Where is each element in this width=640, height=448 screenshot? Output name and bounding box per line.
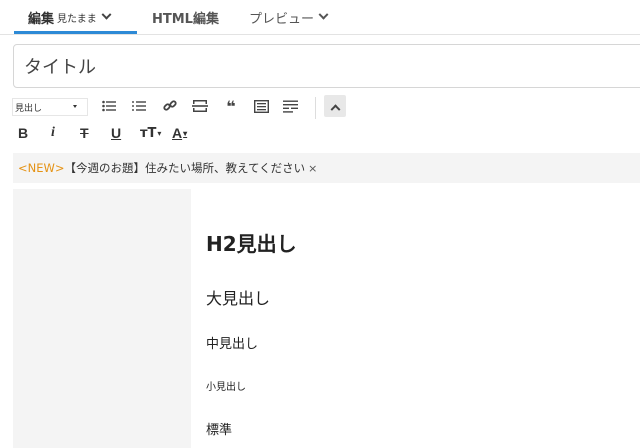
weekly-topic-notice: <NEW> 【今週のお題】住みたい場所、教えてください × xyxy=(13,153,640,183)
font-size-icon: тT xyxy=(140,125,157,141)
font-color-icon: A xyxy=(172,125,183,141)
tab-edit-label: 編集 xyxy=(28,12,55,27)
tab-html-edit[interactable]: HTML編集 xyxy=(152,0,219,35)
italic-icon: i xyxy=(51,125,55,140)
table-of-contents-icon xyxy=(253,99,269,113)
bulleted-list-button[interactable] xyxy=(98,95,120,117)
heading-small-sample[interactable]: 小見出し xyxy=(206,378,246,393)
underline-icon: U xyxy=(111,125,122,141)
insert-more-icon xyxy=(283,100,298,113)
tab-html-label: HTML編集 xyxy=(152,12,219,27)
collapse-toolbar-button[interactable] xyxy=(324,95,346,117)
numbered-list-button[interactable] xyxy=(128,95,150,117)
tab-edit-sublabel: 見たまま xyxy=(57,14,97,25)
horizontal-rule-button[interactable] xyxy=(189,95,211,117)
tab-preview[interactable]: プレビュー xyxy=(249,0,329,35)
editor-mode-tabs: 編集 見たまま HTML編集 プレビュー xyxy=(0,0,640,35)
bold-button[interactable]: B xyxy=(18,122,28,144)
insert-more-button[interactable] xyxy=(280,95,302,117)
bulleted-list-icon xyxy=(102,100,116,112)
tab-edit[interactable]: 編集 見たまま xyxy=(28,0,112,35)
heading-large-sample[interactable]: 大見出し xyxy=(206,285,270,309)
link-icon xyxy=(163,100,177,111)
dropdown-arrow-icon: ▾ xyxy=(183,128,188,138)
dropdown-arrow-icon xyxy=(73,105,77,108)
normal-text-sample[interactable]: 標準 xyxy=(206,419,232,438)
strikethrough-button[interactable]: T xyxy=(80,122,89,144)
chevron-up-icon xyxy=(330,103,340,114)
heading-select-value: 見出し xyxy=(15,103,43,114)
toolbar-divider xyxy=(315,97,316,119)
notice-link[interactable]: 【今週のお題】住みたい場所、教えてください xyxy=(65,160,306,176)
link-button[interactable] xyxy=(159,95,181,117)
dropdown-arrow-icon: ▾ xyxy=(157,128,162,138)
italic-button[interactable]: i xyxy=(51,122,55,144)
toolbar-row-1: 見出し ❝ xyxy=(12,95,346,119)
quote-icon: ❝ xyxy=(226,96,236,116)
underline-button[interactable]: U xyxy=(111,122,121,144)
chevron-down-icon xyxy=(101,9,112,20)
heading-medium-sample[interactable]: 中見出し xyxy=(206,333,258,352)
close-icon[interactable]: × xyxy=(308,162,317,175)
new-tag: <NEW> xyxy=(18,161,65,175)
tab-preview-label: プレビュー xyxy=(249,12,315,27)
heading-select[interactable]: 見出し xyxy=(12,98,88,116)
toolbar-row-2: B i T U тT ▾ A ▾ xyxy=(12,122,212,144)
table-of-contents-button[interactable] xyxy=(250,95,272,117)
chevron-down-icon xyxy=(318,9,329,20)
horizontal-rule-icon xyxy=(192,100,208,112)
numbered-list-icon xyxy=(132,101,146,111)
bold-icon: B xyxy=(18,125,29,141)
strikethrough-icon: T xyxy=(80,125,89,141)
heading-h2-sample[interactable]: H2見出し xyxy=(206,228,297,257)
quote-button[interactable]: ❝ xyxy=(220,95,242,117)
font-size-button[interactable]: тT ▾ xyxy=(140,122,161,144)
font-color-button[interactable]: A ▾ xyxy=(172,122,187,144)
active-tab-indicator xyxy=(14,31,137,34)
title-input[interactable]: タイトル xyxy=(13,44,640,88)
title-placeholder: タイトル xyxy=(24,57,96,78)
